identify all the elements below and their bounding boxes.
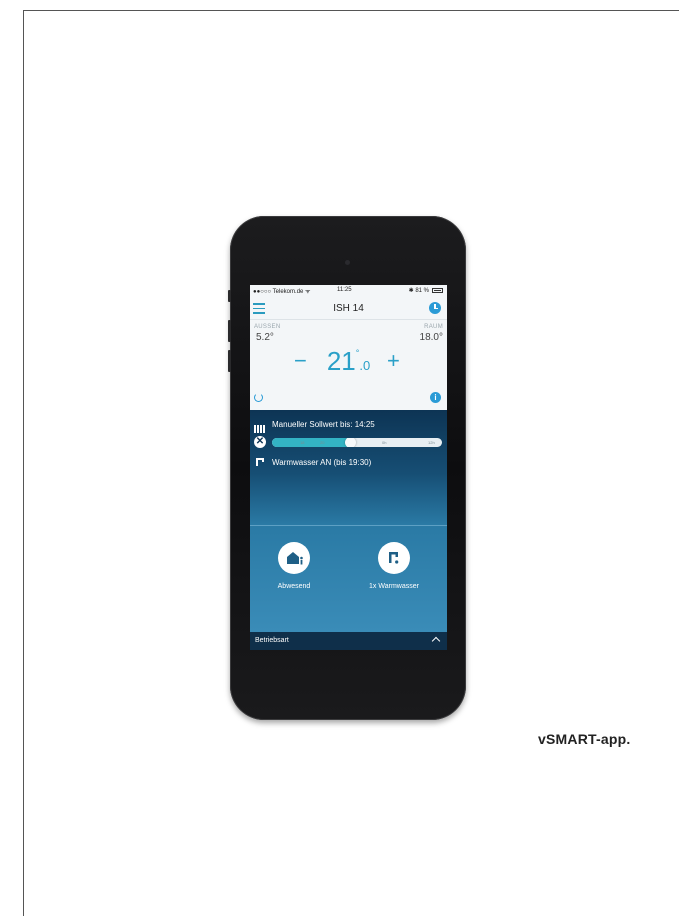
manual-setpoint-text: Manueller Sollwert bis: 14:25 [272,420,375,429]
app-screen: ●●○○○ Telekom.de ᯤ 11:25 ✱ 81 % ISH 14 A… [250,285,447,650]
one-time-hot-water-button[interactable] [378,542,410,574]
battery-icon [432,288,443,293]
setpoint-decimal: .0 [359,358,371,373]
battery-percent: ✱ 81 % [408,288,429,294]
operating-mode-bar[interactable]: Betriebsart [250,632,447,650]
radiator-icon [254,420,266,433]
cancel-icon[interactable]: ✕ [254,436,266,448]
setpoint-display: 21°.0 [250,346,447,377]
one-time-hot-water-label: 1x Warmwasser [369,583,419,590]
status-area: Manueller Sollwert bis: 14:25 ✕ 18 20 0h… [250,410,447,525]
timeline-slider[interactable]: 18 20 0h 12h [272,438,442,447]
increase-temperature-button[interactable]: + [387,350,400,372]
temperature-panel: AUSSEN 5.2° RAUM 18.0° − 21°.0 + i [250,320,447,410]
carrier-label: ●●○○○ Telekom.de ᯤ [253,289,311,295]
timeline-tick: 20 [320,440,325,445]
front-camera [345,260,350,265]
setpoint-integer: 21 [326,346,356,376]
faucet-icon [256,458,264,466]
mute-switch [228,290,231,302]
timeline-tick: 18 [300,440,305,445]
phone-device: ●●○○○ Telekom.de ᯤ 11:25 ✱ 81 % ISH 14 A… [228,216,466,720]
volume-up-button [228,320,231,342]
away-button[interactable] [278,542,310,574]
timeline-tick: 12h [428,440,435,445]
away-label: Abwesend [277,583,311,590]
volume-down-button [228,350,231,372]
figure-caption: vSMART-app. [538,731,631,747]
status-bar: ●●○○○ Telekom.de ᯤ 11:25 ✱ 81 % [250,285,447,297]
operating-mode-label: Betriebsart [255,637,289,644]
chevron-up-icon[interactable] [431,636,441,646]
status-time: 11:25 [337,287,352,293]
room-label: RAUM [424,324,443,330]
outside-temperature: 5.2° [256,332,274,343]
hot-water-status-text: Warmwasser AN (bis 19:30) [272,458,372,467]
timeline-fill [272,438,351,447]
page-title: ISH 14 [333,303,364,314]
timeline-tick: 0h [382,440,387,445]
faucet-icon [389,552,399,564]
info-icon[interactable]: i [430,392,441,403]
quick-actions: Abwesend 1x Warmwasser [250,525,447,632]
room-temperature: 18.0° [419,332,443,343]
nav-bar: ISH 14 [250,297,447,320]
outside-label: AUSSEN [254,324,281,330]
timeline-knob[interactable] [345,438,357,447]
setpoint-degree: ° [355,348,360,358]
clock-icon[interactable] [429,302,441,314]
refresh-icon[interactable] [254,393,263,402]
away-house-icon [287,552,303,565]
